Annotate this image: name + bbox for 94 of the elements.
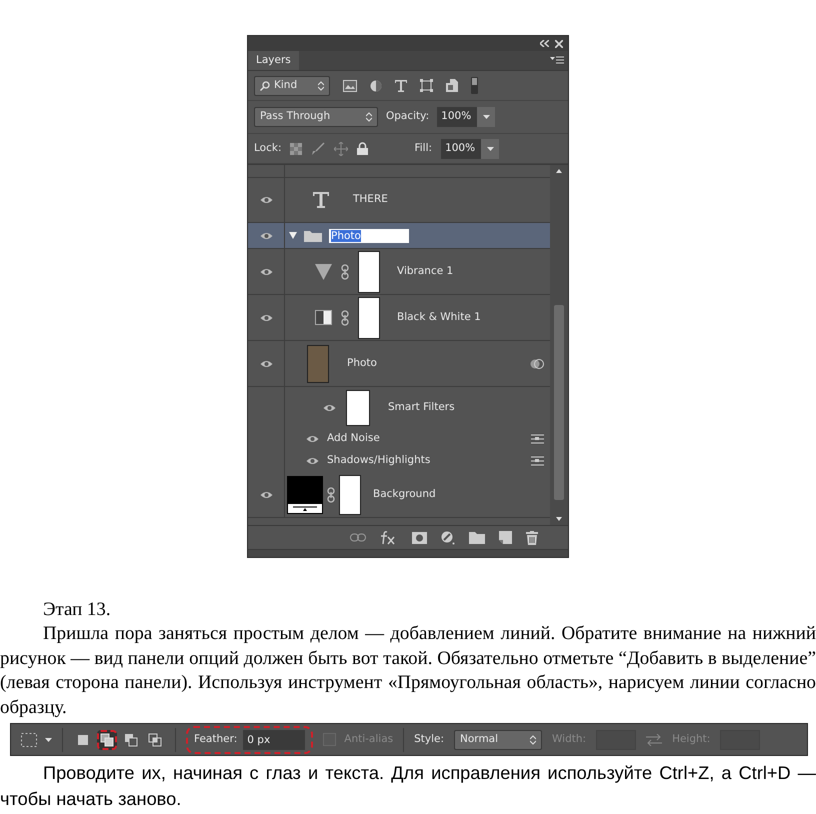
filter-toggle-icon[interactable] (471, 77, 478, 94)
mask-thumbnail (358, 250, 380, 292)
mask-thumbnail (358, 296, 380, 338)
style-select[interactable]: Normal (454, 730, 542, 750)
half-square-icon (315, 310, 332, 325)
lock-transparency-icon[interactable] (290, 142, 302, 154)
layer-name: Background (373, 486, 436, 502)
disclosure-triangle-icon[interactable] (289, 232, 297, 239)
trash-icon[interactable] (526, 530, 538, 544)
filter-type-select[interactable]: Kind (254, 76, 330, 96)
lock-label: Lock: (254, 140, 282, 156)
marquee-icon[interactable] (21, 732, 37, 746)
spinner-icon (318, 80, 324, 90)
layer-name-field[interactable]: Photo (329, 228, 409, 242)
adjustment-layer-icon[interactable] (441, 530, 455, 544)
layer-row[interactable]: Black & White 1 (248, 295, 550, 341)
panel-menu-icon[interactable] (550, 56, 564, 64)
triangle-icon (315, 264, 332, 280)
scroll-up-icon[interactable] (556, 169, 562, 173)
layer-row[interactable]: Photo (248, 223, 550, 249)
adjustment-filter-icon[interactable] (370, 80, 382, 92)
paragraph: Проводите их, начиная с глаз и текста. Для исправления используйте Ctrl+Z, а Ctrl+D — чтобы начать заново. (0, 762, 816, 811)
brush-icon[interactable] (311, 142, 326, 156)
layer-row[interactable]: Add Noise (248, 428, 550, 450)
add-selection-icon (100, 732, 114, 746)
fill-label: Fill: (414, 140, 432, 156)
opacity-label: Opacity: (386, 109, 430, 124)
link-icon (327, 486, 335, 502)
layer-row[interactable]: Photo (248, 341, 550, 387)
feather-label: Feather: (194, 732, 238, 747)
search-icon (260, 80, 270, 90)
layer-name: Smart Filters (388, 400, 455, 415)
layer-mask-icon[interactable] (412, 532, 427, 544)
link-icon (341, 264, 349, 280)
spinner-icon (530, 734, 536, 744)
step-heading: Этап 13. (43, 598, 112, 622)
filter-options-icon[interactable] (531, 456, 544, 466)
eye-icon[interactable] (260, 490, 272, 498)
image-filter-icon[interactable] (343, 80, 357, 92)
mask-thumbnail (346, 390, 370, 426)
selection-mode-button[interactable] (97, 730, 117, 750)
eye-icon[interactable] (260, 232, 272, 240)
layer-name: Photo (347, 356, 377, 371)
eye-icon[interactable] (306, 457, 319, 465)
eye-icon[interactable] (260, 268, 272, 276)
blend-mode-select[interactable]: Pass Through (254, 107, 378, 127)
new-layer-icon[interactable] (499, 531, 512, 544)
layers-tab[interactable]: Layers (248, 51, 299, 70)
eye-icon[interactable] (260, 360, 272, 368)
layer-row[interactable]: Vibrance 1 (248, 249, 550, 295)
feather-field[interactable]: 0 px (243, 730, 306, 750)
layer-row[interactable]: Shadows/Highlights (248, 450, 550, 472)
filter-effects-icon (530, 358, 544, 370)
fill-field[interactable]: 100% (441, 138, 482, 158)
eye-icon[interactable] (260, 196, 272, 204)
smart-object-filter-icon[interactable] (446, 79, 458, 92)
mask-thumbnail (339, 474, 361, 514)
caret-icon (482, 115, 490, 119)
shape-filter-icon[interactable] (420, 79, 433, 92)
eye-icon[interactable] (260, 314, 272, 322)
close-icon[interactable] (555, 40, 563, 48)
scroll-down-icon[interactable] (556, 517, 562, 521)
new-selection-icon (76, 732, 90, 746)
photo-placeholder (307, 344, 329, 382)
lock-icon[interactable] (357, 142, 368, 155)
layer-name: Shadows/Highlights (327, 453, 430, 468)
layer-name: Black & White 1 (397, 310, 481, 325)
filter-options-icon[interactable] (531, 434, 544, 444)
eye-icon[interactable] (323, 404, 336, 412)
link-layers-icon[interactable] (350, 533, 366, 542)
type-filter-icon[interactable] (395, 80, 407, 92)
paragraph: Пришла пора заняться простым делом — добавлением линий. Обратите внимание на нижний рисунок — вид панели опций должен быть вот такой. Обязательно отметьте “Добавить в выделение” (левая сторона панели). Используя инструмент «Прямоугольная область», нарисуем линии согласно образцу. (0, 622, 816, 720)
spinner-icon (366, 112, 372, 122)
link-icon (341, 310, 349, 326)
layer-name: THERE (353, 192, 388, 208)
style-label: Style: (414, 732, 444, 747)
folder-icon (304, 230, 322, 242)
fill-dropdown[interactable] (481, 138, 500, 158)
opacity-field[interactable]: 100% (437, 107, 478, 127)
caret-icon (486, 146, 494, 150)
layer-row[interactable]: Smart Filters (248, 387, 550, 428)
folder-icon[interactable] (469, 532, 485, 544)
intersect-selection-icon (148, 732, 162, 746)
layer-row[interactable]: Background (248, 472, 550, 518)
layer-name: Add Noise (327, 431, 380, 446)
subtract-selection-icon (124, 732, 138, 746)
collapse-icon[interactable] (540, 40, 549, 47)
caret-icon[interactable] (45, 738, 52, 742)
background-thumbnail-icon (287, 476, 323, 514)
eye-icon[interactable] (306, 435, 319, 443)
layer-name: Vibrance 1 (397, 264, 454, 279)
type-layer-icon (313, 192, 329, 208)
scrollbar[interactable] (550, 165, 568, 525)
opacity-dropdown[interactable] (477, 107, 496, 127)
